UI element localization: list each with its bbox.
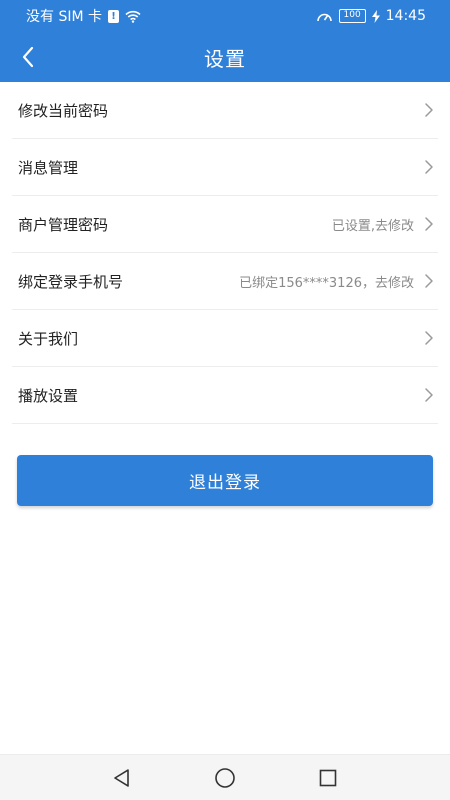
chevron-right-icon <box>425 388 433 402</box>
app-header: 设置 <box>0 32 450 82</box>
settings-item-label: 修改当前密码 <box>18 101 109 120</box>
nav-recents-button[interactable] <box>308 758 348 798</box>
settings-item-right <box>414 102 434 118</box>
page-title: 设置 <box>204 46 246 71</box>
settings-item-change-password[interactable]: 修改当前密码 <box>12 82 438 139</box>
settings-item-label: 绑定登录手机号 <box>18 272 124 291</box>
system-nav-bar <box>0 754 450 800</box>
settings-item-playback-settings[interactable]: 播放设置 <box>12 367 438 424</box>
chevron-right-icon <box>425 160 433 174</box>
recents-square-icon <box>320 769 337 786</box>
settings-screen: 没有 SIM 卡 ! 100 14:45 设置 修改当前密码 消息管理 商户管理… <box>0 0 450 800</box>
settings-item-value: 已绑定156****3126，去修改 <box>239 275 414 291</box>
status-right: 100 14:45 <box>316 8 426 24</box>
clock-text: 14:45 <box>385 8 426 24</box>
settings-list: 修改当前密码 消息管理 商户管理密码 已设置,去修改 绑定登录手机号 已绑定15… <box>0 82 450 424</box>
back-button[interactable] <box>12 41 44 73</box>
carrier-text: 没有 SIM 卡 <box>26 9 102 25</box>
nav-home-button[interactable] <box>205 758 245 798</box>
charging-icon <box>371 9 380 23</box>
nav-back-button[interactable] <box>102 758 142 798</box>
settings-item-label: 消息管理 <box>18 158 79 177</box>
settings-item-right <box>414 387 434 403</box>
settings-item-label: 关于我们 <box>18 329 79 348</box>
settings-item-merchant-password[interactable]: 商户管理密码 已设置,去修改 <box>12 196 438 253</box>
chevron-right-icon <box>425 103 433 117</box>
back-triangle-icon <box>113 768 129 787</box>
settings-item-value: 已设置,去修改 <box>331 218 414 234</box>
settings-item-message-management[interactable]: 消息管理 <box>12 139 438 196</box>
settings-item-bind-phone[interactable]: 绑定登录手机号 已绑定156****3126，去修改 <box>12 253 438 310</box>
chevron-left-icon <box>22 46 34 68</box>
status-left: 没有 SIM 卡 ! <box>26 6 141 26</box>
settings-item-right <box>414 159 434 175</box>
sim-alert-icon: ! <box>108 9 119 23</box>
status-bar: 没有 SIM 卡 ! 100 14:45 <box>0 0 450 32</box>
settings-item-right <box>414 330 434 346</box>
wifi-icon <box>125 10 141 23</box>
settings-item-right: 已绑定156****3126，去修改 <box>239 272 434 291</box>
settings-item-right: 已设置,去修改 <box>332 215 434 234</box>
chevron-right-icon <box>425 331 433 345</box>
home-circle-icon <box>215 767 235 788</box>
chevron-right-icon <box>425 217 433 231</box>
settings-item-label: 商户管理密码 <box>18 215 109 234</box>
chevron-right-icon <box>425 274 433 288</box>
logout-button[interactable]: 退出登录 <box>17 455 433 506</box>
speed-icon <box>316 13 332 21</box>
settings-item-about-us[interactable]: 关于我们 <box>12 310 438 367</box>
battery-icon: 100 <box>338 9 366 23</box>
settings-item-label: 播放设置 <box>18 386 79 405</box>
